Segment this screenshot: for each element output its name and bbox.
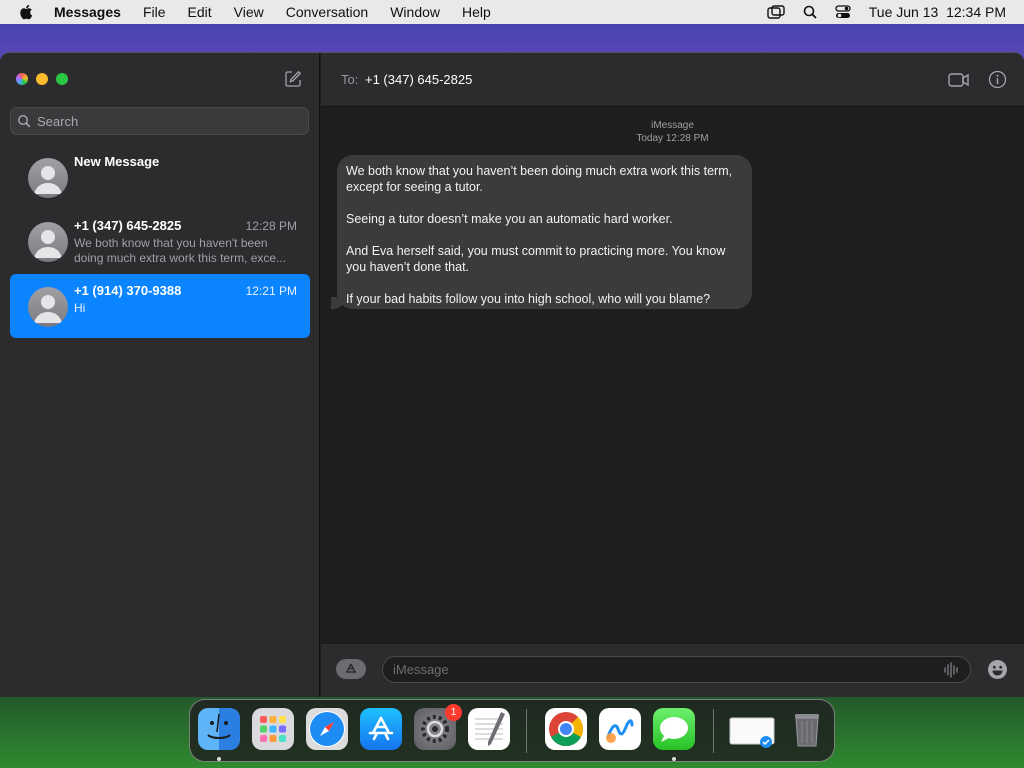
chrome-icon [549, 712, 583, 746]
incoming-message-bubble[interactable]: We both know that you haven’t been doing… [337, 155, 752, 309]
app-store-apps-button[interactable] [336, 659, 366, 679]
info-icon[interactable] [988, 70, 1007, 94]
avatar [28, 287, 68, 327]
conversation-item-selected[interactable]: +1 (914) 370-9388 12:21 PM Hi [10, 274, 310, 338]
running-indicator [672, 757, 676, 761]
search-field[interactable]: Search [10, 107, 309, 135]
search-placeholder: Search [37, 113, 79, 129]
conversation-preview: Hi [74, 301, 86, 315]
menu-view[interactable]: View [223, 0, 275, 24]
search-icon [17, 114, 31, 128]
menu-edit[interactable]: Edit [177, 0, 223, 24]
window-controls [16, 73, 68, 85]
emoji-icon[interactable] [987, 659, 1008, 685]
spotlight-search-icon[interactable] [803, 5, 817, 19]
messages-icon [660, 717, 688, 742]
dock-separator [713, 709, 714, 753]
service-label: iMessage [651, 120, 694, 131]
conversation-new-message[interactable]: New Message [10, 145, 310, 209]
dock-textedit[interactable] [468, 708, 510, 750]
recipient-field[interactable]: +1 (347) 645-2825 [365, 72, 472, 87]
textedit-icon [475, 712, 505, 746]
avatar [28, 158, 68, 198]
message-paragraph: If your bad habits follow you into high … [346, 292, 711, 306]
menu-bar: Messages File Edit View Conversation Win… [0, 0, 1024, 24]
message-paragraph: We both know that you haven’t been doing… [346, 164, 733, 194]
minimize-button[interactable] [36, 73, 48, 85]
dock-launchpad[interactable] [252, 708, 294, 750]
menu-app-name[interactable]: Messages [50, 0, 132, 24]
conversation-time: 12:21 PM [245, 284, 297, 298]
message-input[interactable] [382, 656, 971, 683]
dock: 1 [189, 699, 835, 762]
app-store-icon [368, 716, 394, 741]
dock-google-chrome[interactable] [545, 708, 587, 750]
dock-messages[interactable] [653, 708, 695, 750]
conversation-name: +1 (347) 645-2825 [74, 218, 182, 233]
dock-preview[interactable] [728, 708, 775, 750]
conversation-name: +1 (914) 370-9388 [74, 283, 182, 298]
messages-window: Search New Message +1 (347) 645-2825 12:… [0, 52, 1024, 697]
message-paragraph: And Eva herself said, you must commit to… [346, 244, 726, 274]
app-store-icon [346, 663, 356, 673]
launchpad-icon [260, 716, 286, 742]
trash-icon [795, 714, 819, 747]
conversation-name: New Message [74, 154, 160, 169]
message-paragraph: Seeing a tutor doesn’t make you an autom… [346, 212, 673, 226]
notification-badge: 1 [445, 704, 462, 721]
finder-icon [207, 713, 231, 739]
dock-trash[interactable] [786, 708, 828, 750]
dock-system-settings[interactable]: 1 [414, 704, 462, 750]
control-center-icon[interactable] [835, 5, 851, 19]
dock-safari[interactable] [306, 708, 348, 750]
zoom-button[interactable] [56, 73, 68, 85]
menu-window[interactable]: Window [379, 0, 451, 24]
menubar-datetime[interactable]: Tue Jun 13 12:34 PM [869, 4, 1006, 20]
menu-help[interactable]: Help [451, 0, 502, 24]
apple-menu-icon[interactable] [16, 0, 36, 24]
dock-separator [526, 709, 527, 753]
conversation-time: 12:28 PM [245, 219, 297, 233]
to-label: To: [341, 72, 359, 87]
running-indicator [217, 757, 221, 761]
audio-message-icon[interactable] [943, 662, 959, 683]
dock-app-store[interactable] [360, 708, 402, 750]
facetime-video-icon[interactable] [948, 72, 970, 93]
dock-freeform[interactable] [599, 708, 641, 750]
close-button[interactable] [16, 73, 28, 85]
display-icon[interactable] [767, 5, 785, 19]
message-input-bar [321, 643, 1024, 697]
conversation-item[interactable]: +1 (347) 645-2825 12:28 PM We both know … [10, 209, 310, 273]
avatar [28, 222, 68, 262]
preview-window-icon [729, 717, 775, 748]
compose-icon[interactable] [284, 70, 302, 88]
sidebar: Search New Message +1 (347) 645-2825 12:… [0, 53, 320, 697]
chat-header: To: +1 (347) 645-2825 [321, 53, 1024, 107]
menu-conversation[interactable]: Conversation [275, 0, 380, 24]
message-timestamp: Today 12:28 PM [636, 133, 709, 144]
chat-pane: To: +1 (347) 645-2825 iMessage Today 12:… [321, 53, 1024, 697]
freeform-icon [606, 719, 634, 743]
conversation-preview: We both know that you haven't been doing… [74, 236, 287, 265]
menu-file[interactable]: File [132, 0, 177, 24]
dock-finder[interactable] [198, 708, 240, 750]
safari-icon [310, 712, 344, 746]
